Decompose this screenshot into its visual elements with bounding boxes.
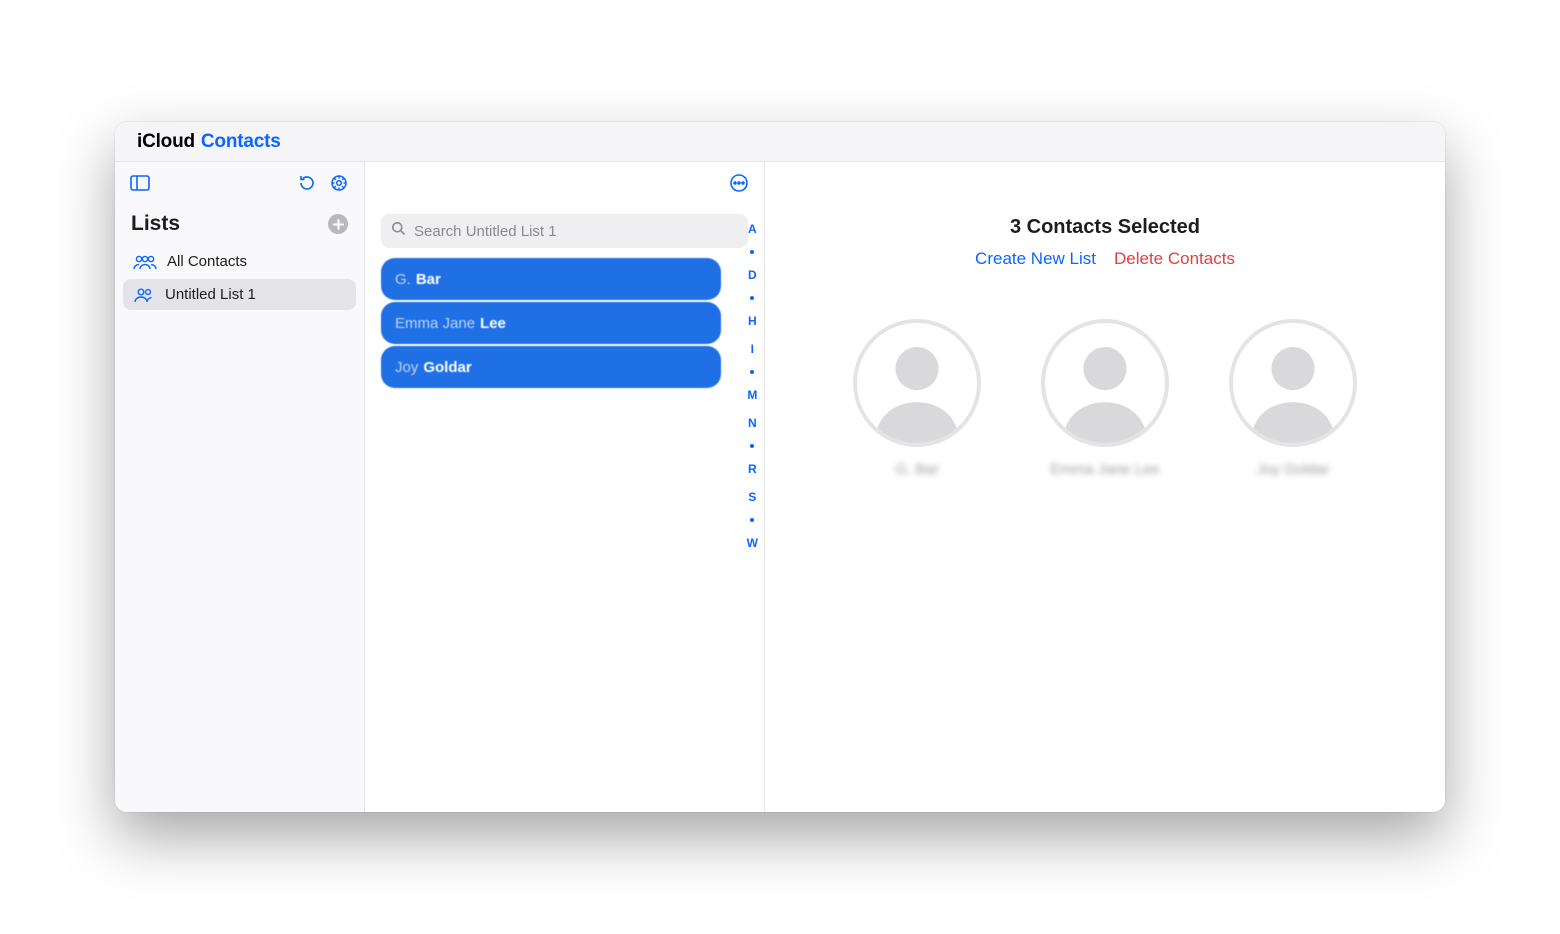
more-options-icon[interactable] — [728, 172, 750, 194]
contact-last: Lee — [480, 315, 506, 332]
contacts-toolbar — [365, 162, 764, 204]
detail-pane: 3 Contacts Selected Create New List Dele… — [765, 162, 1445, 812]
avatar-placeholder-icon — [853, 319, 981, 447]
icloud-brand: iCloud — [137, 131, 195, 153]
selected-avatars: G. Bar Emma Jane Lee Joy Goldar — [795, 319, 1415, 478]
alpha-letter[interactable]: A — [748, 222, 757, 236]
sidebar-item-label: Untitled List 1 — [165, 286, 256, 303]
add-list-button[interactable] — [328, 214, 348, 234]
alpha-letter[interactable]: R — [748, 462, 757, 476]
avatar-placeholder-icon — [1229, 319, 1357, 447]
refresh-icon[interactable] — [296, 172, 318, 194]
sidebar-item-all-contacts[interactable]: All Contacts — [123, 246, 356, 277]
alpha-letter[interactable]: I — [751, 342, 754, 356]
list-items: All Contacts Untitled List 1 — [115, 246, 364, 312]
contact-first: Emma Jane — [395, 315, 475, 332]
lists-header: Lists — [115, 204, 364, 246]
avatar-name: Joy Goldar — [1257, 461, 1330, 478]
alpha-letter[interactable]: S — [748, 490, 756, 504]
alpha-letter[interactable]: H — [748, 314, 757, 328]
avatar-card: Joy Goldar — [1229, 319, 1357, 478]
alpha-letter[interactable]: M — [747, 388, 757, 402]
alpha-letter[interactable]: W — [747, 536, 758, 550]
contact-row[interactable]: Joy Goldar — [381, 346, 721, 388]
avatar-name: G. Bar — [895, 461, 938, 478]
avatar-name: Emma Jane Lee — [1050, 461, 1159, 478]
sidebar-item-untitled-list-1[interactable]: Untitled List 1 — [123, 279, 356, 310]
contact-row[interactable]: G. Bar — [381, 258, 721, 300]
detail-actions: Create New List Delete Contacts — [795, 249, 1415, 269]
contact-row[interactable]: Emma Jane Lee — [381, 302, 721, 344]
alpha-letter[interactable]: N — [748, 416, 757, 430]
settings-gear-icon[interactable] — [328, 172, 350, 194]
header-bar: iCloud Contacts — [115, 122, 1445, 162]
app-window: iCloud Contacts Lists — [115, 122, 1445, 812]
alpha-dot-icon[interactable] — [750, 518, 754, 522]
sidebar: Lists All Contacts Untitled List 1 — [115, 162, 365, 812]
main-row: Lists All Contacts Untitled List 1 — [115, 162, 1445, 812]
alpha-dot-icon[interactable] — [750, 370, 754, 374]
people2-icon — [133, 287, 155, 303]
contact-first: G. — [395, 271, 411, 288]
contact-last: Goldar — [423, 359, 471, 376]
avatar-card: G. Bar — [853, 319, 981, 478]
search-field[interactable] — [381, 214, 748, 248]
search-icon — [391, 221, 406, 241]
lists-title: Lists — [131, 212, 180, 236]
alpha-letter[interactable]: D — [748, 268, 757, 282]
selection-title: 3 Contacts Selected — [795, 216, 1415, 239]
contact-last: Bar — [416, 271, 441, 288]
contact-first: Joy — [395, 359, 418, 376]
app-name[interactable]: Contacts — [201, 131, 281, 153]
create-list-button[interactable]: Create New List — [975, 249, 1096, 269]
sidebar-toolbar — [115, 162, 364, 204]
contacts-list: G. Bar Emma Jane Lee Joy Goldar — [365, 258, 764, 812]
alpha-dot-icon[interactable] — [750, 296, 754, 300]
avatar-placeholder-icon — [1041, 319, 1169, 447]
alpha-dot-icon[interactable] — [750, 444, 754, 448]
avatar-card: Emma Jane Lee — [1041, 319, 1169, 478]
sidebar-item-label: All Contacts — [167, 253, 247, 270]
contacts-column: G. Bar Emma Jane Lee Joy Goldar A D H I — [365, 162, 765, 812]
delete-contacts-button[interactable]: Delete Contacts — [1114, 249, 1235, 269]
search-input[interactable] — [414, 223, 738, 240]
people3-icon — [133, 254, 157, 270]
search-wrap — [365, 204, 764, 258]
toggle-sidebar-icon[interactable] — [129, 172, 151, 194]
alpha-index[interactable]: A D H I M N R S W — [747, 222, 758, 550]
alpha-dot-icon[interactable] — [750, 250, 754, 254]
